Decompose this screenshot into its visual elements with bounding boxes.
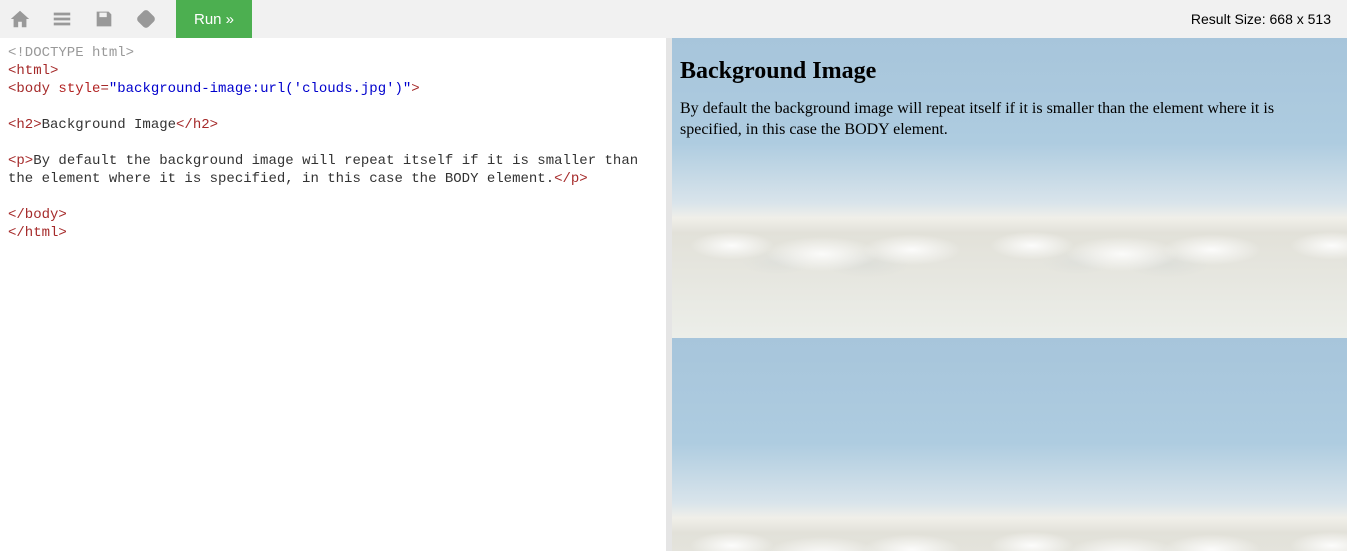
code-editor[interactable]: <!DOCTYPE html> <html> <body style="back… — [0, 38, 672, 551]
result-paragraph: By default the background image will rep… — [680, 99, 1339, 141]
save-icon[interactable] — [92, 7, 116, 31]
code-token: </h2> — [176, 117, 218, 133]
result-heading: Background Image — [680, 58, 1339, 85]
result-pane: Background Image By default the backgrou… — [672, 38, 1347, 551]
code-token: Background Image — [42, 117, 176, 133]
run-button[interactable]: Run » — [176, 0, 252, 38]
code-token: </body> — [8, 207, 67, 223]
code-token: <html> — [8, 63, 58, 79]
toolbar: Run » Result Size: 668 x 513 — [0, 0, 1347, 38]
code-token: </p> — [554, 171, 588, 187]
code-token: By default the background image will rep… — [8, 153, 647, 187]
code-token: "background-image:url('clouds.jpg')" — [109, 81, 411, 97]
home-icon[interactable] — [8, 7, 32, 31]
menu-icon[interactable] — [50, 7, 74, 31]
code-token: = — [100, 81, 108, 97]
code-token: style — [58, 81, 100, 97]
code-token: <p> — [8, 153, 33, 169]
result-size-label: Result Size: 668 x 513 — [1191, 11, 1339, 27]
code-token: <!DOCTYPE html> — [8, 45, 134, 61]
workspace: <!DOCTYPE html> <html> <body style="back… — [0, 38, 1347, 551]
code-token: </html> — [8, 225, 67, 241]
code-token: <body — [8, 81, 58, 97]
rotate-icon[interactable] — [134, 7, 158, 31]
code-token: <h2> — [8, 117, 42, 133]
code-token: > — [411, 81, 419, 97]
